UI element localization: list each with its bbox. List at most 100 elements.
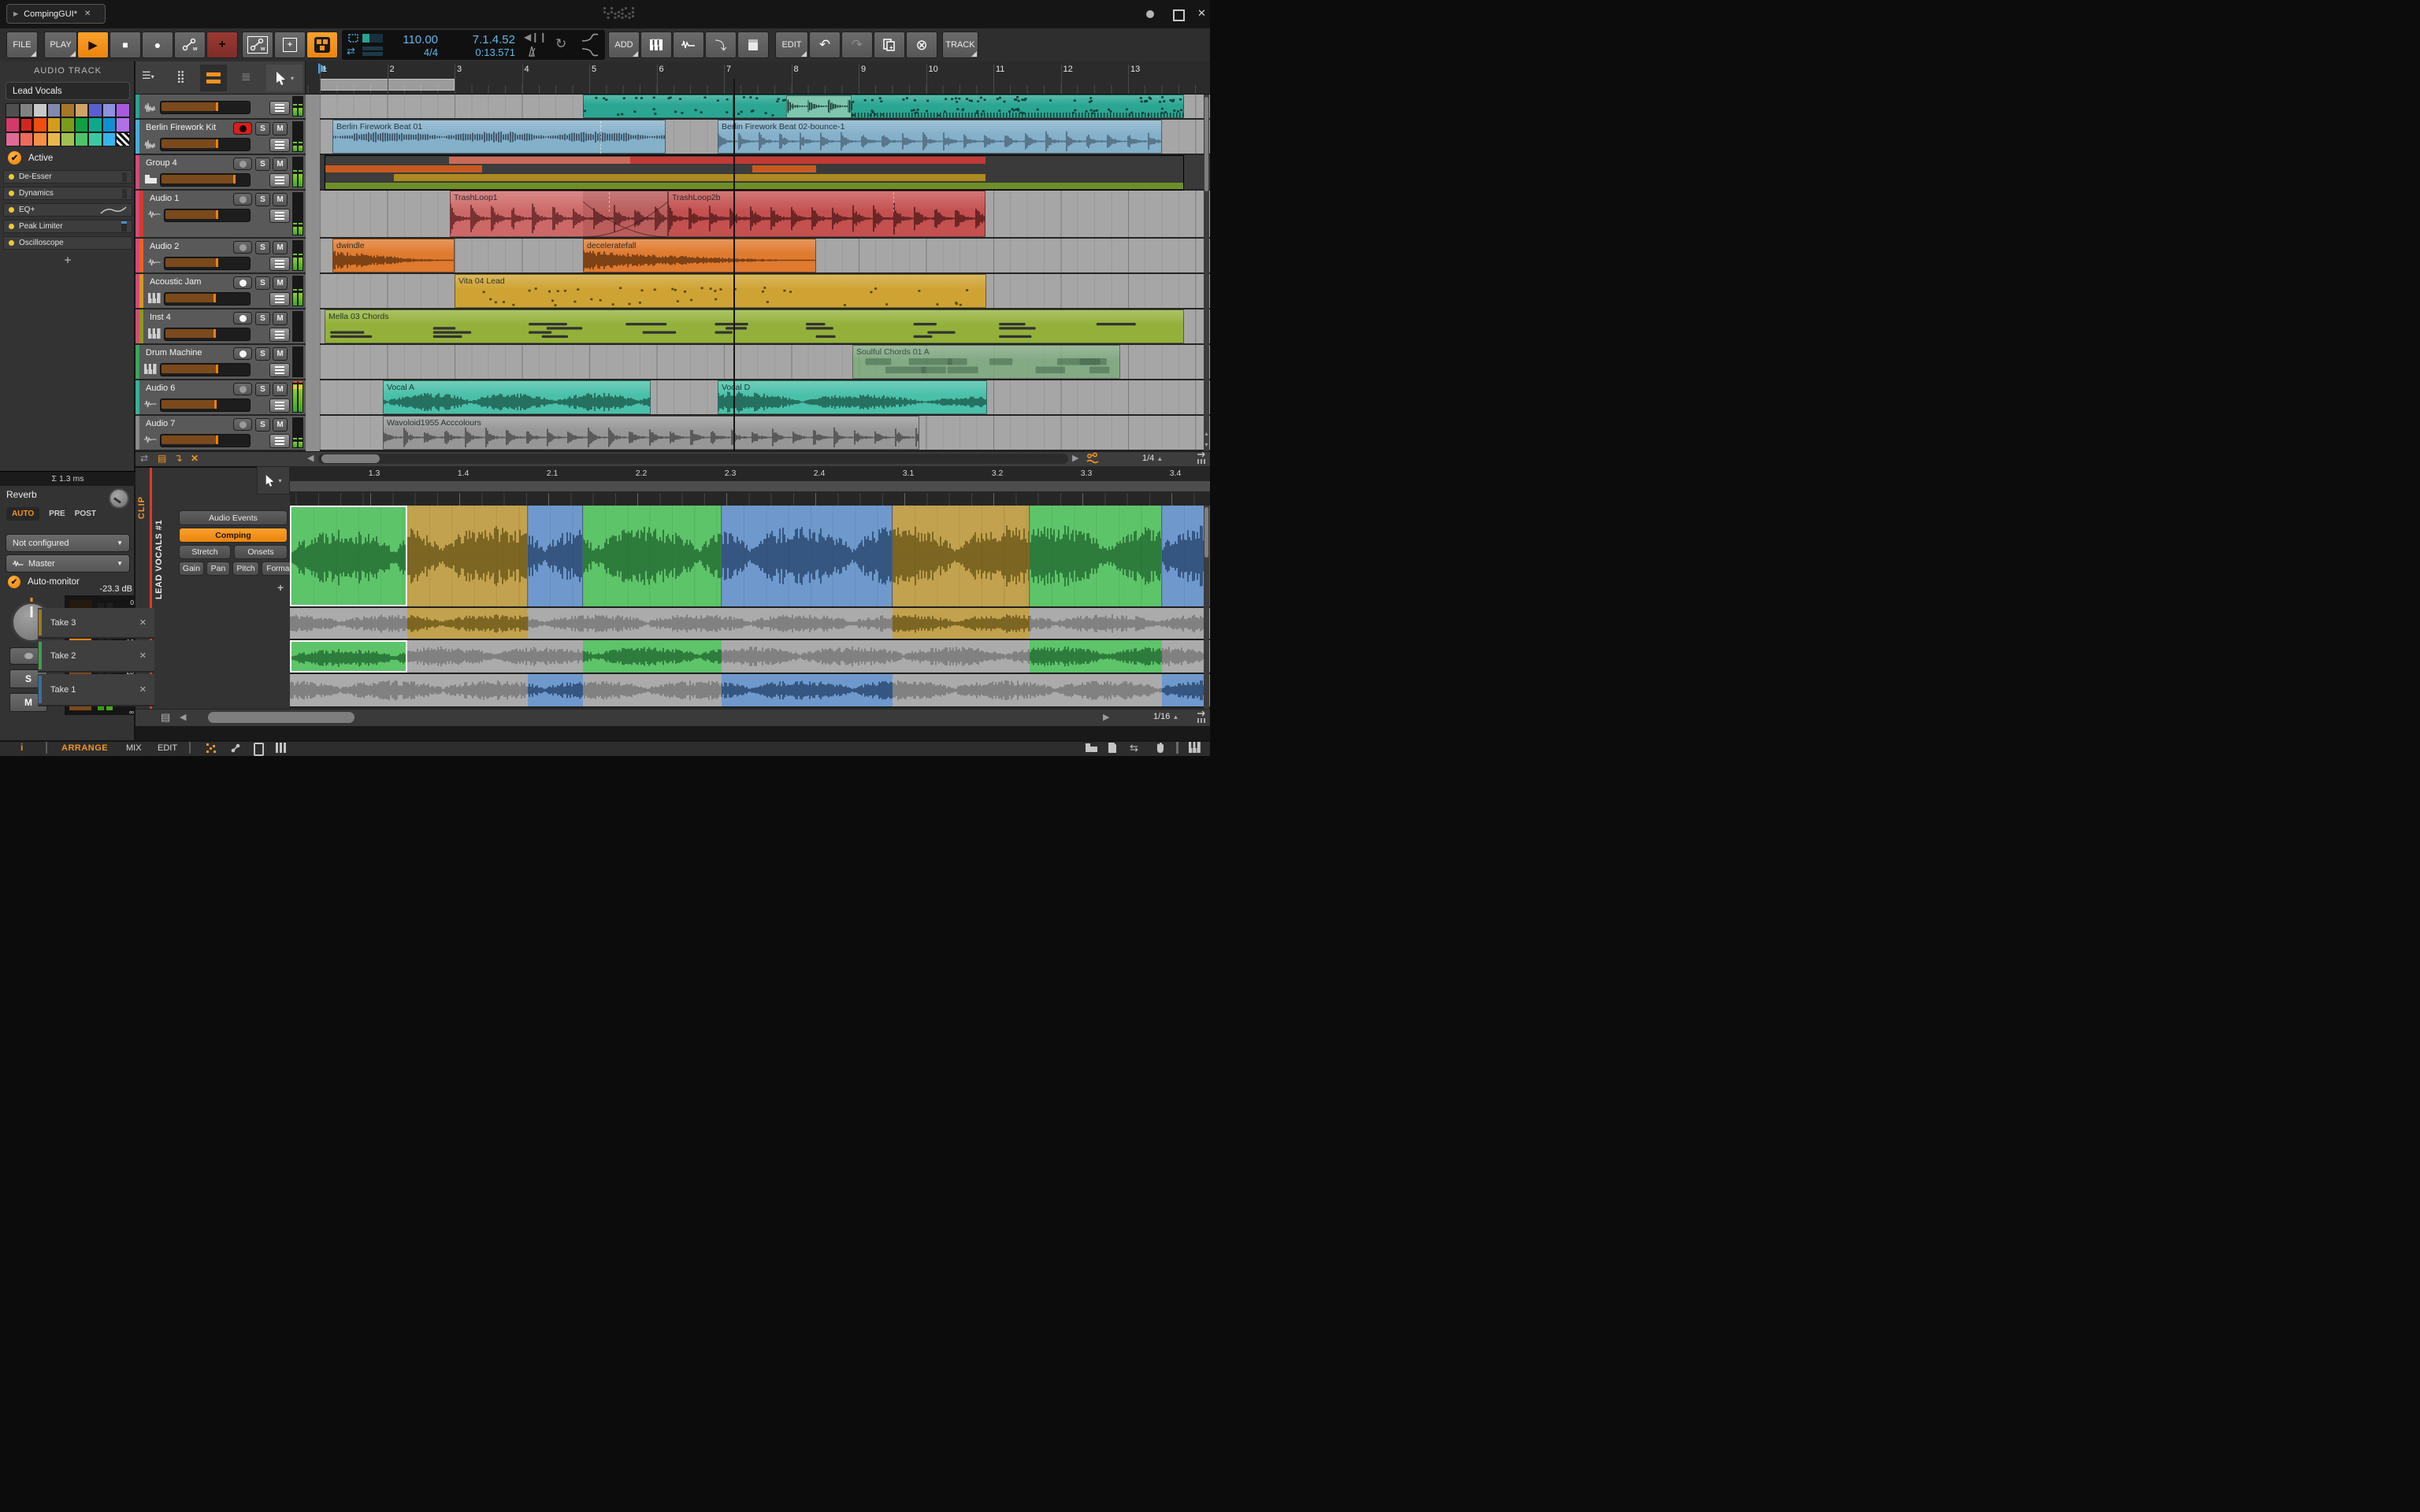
palette-color-22[interactable] (61, 132, 75, 146)
palette-color-11[interactable] (33, 117, 47, 132)
track-volume-fader[interactable] (160, 398, 251, 412)
track-mute-button[interactable]: M (273, 312, 288, 325)
track-menu-button[interactable] (269, 292, 290, 306)
pitch-tab[interactable]: Pitch (232, 561, 259, 576)
arranger-lane-8[interactable]: Vocal AVocal D (306, 380, 1210, 416)
device-row-dynamics[interactable]: Dynamics (3, 187, 132, 200)
track-volume-fader[interactable] (160, 138, 251, 151)
take-lane-take-3[interactable] (290, 608, 1210, 639)
fade-in-icon[interactable] (581, 33, 599, 43)
palette-color-14[interactable] (75, 117, 89, 132)
take-highlight[interactable] (407, 608, 528, 639)
pan-tab[interactable]: Pan (206, 561, 230, 576)
track-record-arm-button[interactable] (233, 418, 252, 431)
scroll-right-icon[interactable]: ▶ (1072, 453, 1078, 463)
palette-color-21[interactable] (47, 132, 61, 146)
track-menu-button[interactable] (269, 363, 290, 377)
palette-color-5[interactable] (75, 103, 89, 117)
follow-playhead-icon[interactable]: ⇄ (140, 453, 148, 464)
track-header-audio-2[interactable]: Audio 2SM (135, 239, 306, 274)
device-enabled-dot[interactable] (9, 207, 14, 213)
mixer-view-icon[interactable]: ⣿ (176, 69, 185, 83)
track-record-arm-button[interactable] (233, 193, 252, 206)
palette-color-7[interactable] (102, 103, 117, 117)
arranger-lane-5[interactable]: Vita 04 Lead (306, 274, 1210, 309)
delete-button[interactable]: ⊗ (906, 32, 937, 58)
comping-lanes[interactable] (290, 506, 1210, 709)
track-mute-button[interactable]: M (273, 276, 288, 290)
take-row-take-2[interactable]: Take 2✕ (38, 640, 154, 673)
track-header-audio-7[interactable]: Audio 7SM (135, 416, 306, 451)
arranger-lane-1[interactable]: Berlin Firework Beat 01Berlin Firework B… (306, 120, 1210, 155)
clip-wavoloid1955-acccolours[interactable]: Wavoloid1955 Acccolours (383, 416, 919, 450)
palette-color-23[interactable] (75, 132, 89, 146)
track-solo-button[interactable]: S (255, 241, 270, 254)
clip-unnamed[interactable] (733, 94, 1184, 118)
scroll-left-icon[interactable]: ◀ (307, 453, 314, 463)
panel-layout-icon[interactable] (276, 743, 287, 753)
output-routing-select[interactable]: Master▼ (6, 554, 130, 573)
take-lane-take-1[interactable] (290, 674, 1210, 706)
view-tab-arrange[interactable]: ARRANGE (61, 743, 108, 753)
track-record-arm-button[interactable] (233, 347, 252, 360)
editor-scroll-left-icon[interactable]: ◀ (180, 712, 186, 722)
palette-color-26[interactable] (116, 132, 130, 146)
editor-tab-clip[interactable]: CLIP (137, 496, 150, 559)
comp-segment-1[interactable] (407, 506, 528, 606)
add-instrument-track-button[interactable] (640, 32, 672, 58)
device-enabled-dot[interactable] (9, 191, 14, 196)
piano-panel-icon[interactable] (1188, 742, 1202, 753)
dual-display-icon[interactable] (206, 743, 217, 753)
add-menu-button[interactable]: ADD (608, 32, 640, 58)
palette-color-20[interactable] (33, 132, 47, 146)
automation-lanes-icon[interactable]: ≣ (241, 69, 251, 83)
track-list-menu-icon[interactable]: ☰▾ (142, 69, 154, 82)
palette-color-15[interactable] (88, 117, 102, 132)
track-volume-fader[interactable] (164, 257, 251, 270)
add-effect-track-button[interactable]: ⤵ (705, 32, 737, 58)
onsets-tab[interactable]: Onsets (234, 545, 288, 559)
track-menu-button[interactable]: TRACK (942, 32, 978, 58)
arranger-lane-7[interactable]: Soulful Chords 01 A (306, 345, 1210, 380)
track-name-field[interactable]: Lead Vocals (6, 82, 130, 100)
arrange-view-icon[interactable] (200, 65, 227, 91)
palette-color-19[interactable] (20, 132, 34, 146)
gain-tab[interactable]: Gain (179, 561, 204, 576)
track-mute-button[interactable]: M (273, 122, 288, 135)
clip-trashloop2b[interactable]: TrashLoop2b (668, 191, 985, 237)
palette-color-10[interactable] (20, 117, 34, 132)
undo-button[interactable]: ↶ (809, 32, 841, 58)
info-icon[interactable]: i (20, 742, 23, 753)
palette-color-3[interactable] (47, 103, 61, 117)
layers-icon[interactable]: ▤ (161, 711, 170, 724)
track-volume-fader[interactable] (164, 292, 251, 306)
arranger-lane-2[interactable] (306, 155, 1210, 191)
file-panel-icon[interactable] (1108, 742, 1117, 754)
window-minimize-button[interactable] (1146, 10, 1154, 18)
fade-out-icon[interactable] (581, 47, 599, 57)
clip-dwindle[interactable]: dwindle (332, 239, 455, 272)
device-enabled-dot[interactable] (9, 174, 14, 180)
comping-tab[interactable]: Comping (179, 528, 288, 543)
track-volume-fader[interactable] (160, 434, 251, 447)
track-menu-button[interactable] (269, 398, 290, 413)
comp-segment-0[interactable] (290, 506, 407, 606)
arranger-hscrollbar[interactable] (318, 454, 1068, 464)
edit-menu-button[interactable]: EDIT (775, 32, 808, 58)
palette-color-4[interactable] (61, 103, 75, 117)
arranger-lane-9[interactable]: Wavoloid1955 Acccolours (306, 416, 1210, 451)
palette-color-0[interactable] (6, 103, 20, 117)
view-tab-edit[interactable]: EDIT (158, 743, 177, 753)
take-highlight[interactable] (583, 640, 722, 673)
arranger-grid-value[interactable]: 1/4 ▲ (1142, 454, 1163, 463)
clip-deceleratefall[interactable]: deceleratefall (583, 239, 816, 272)
arranger-lane-0[interactable] (306, 94, 1210, 120)
track-solo-button[interactable]: S (255, 347, 270, 361)
record-button[interactable]: ● (142, 32, 173, 58)
track-mute-button[interactable]: M (273, 241, 288, 254)
device-row-peak-limiter[interactable]: Peak Limiter (3, 220, 132, 233)
track-mute-button[interactable]: M (273, 193, 288, 206)
device-row-eq-[interactable]: EQ+ (3, 203, 132, 217)
palette-color-8[interactable] (116, 103, 130, 117)
shuffle-icon[interactable]: ⇄ (347, 45, 355, 57)
